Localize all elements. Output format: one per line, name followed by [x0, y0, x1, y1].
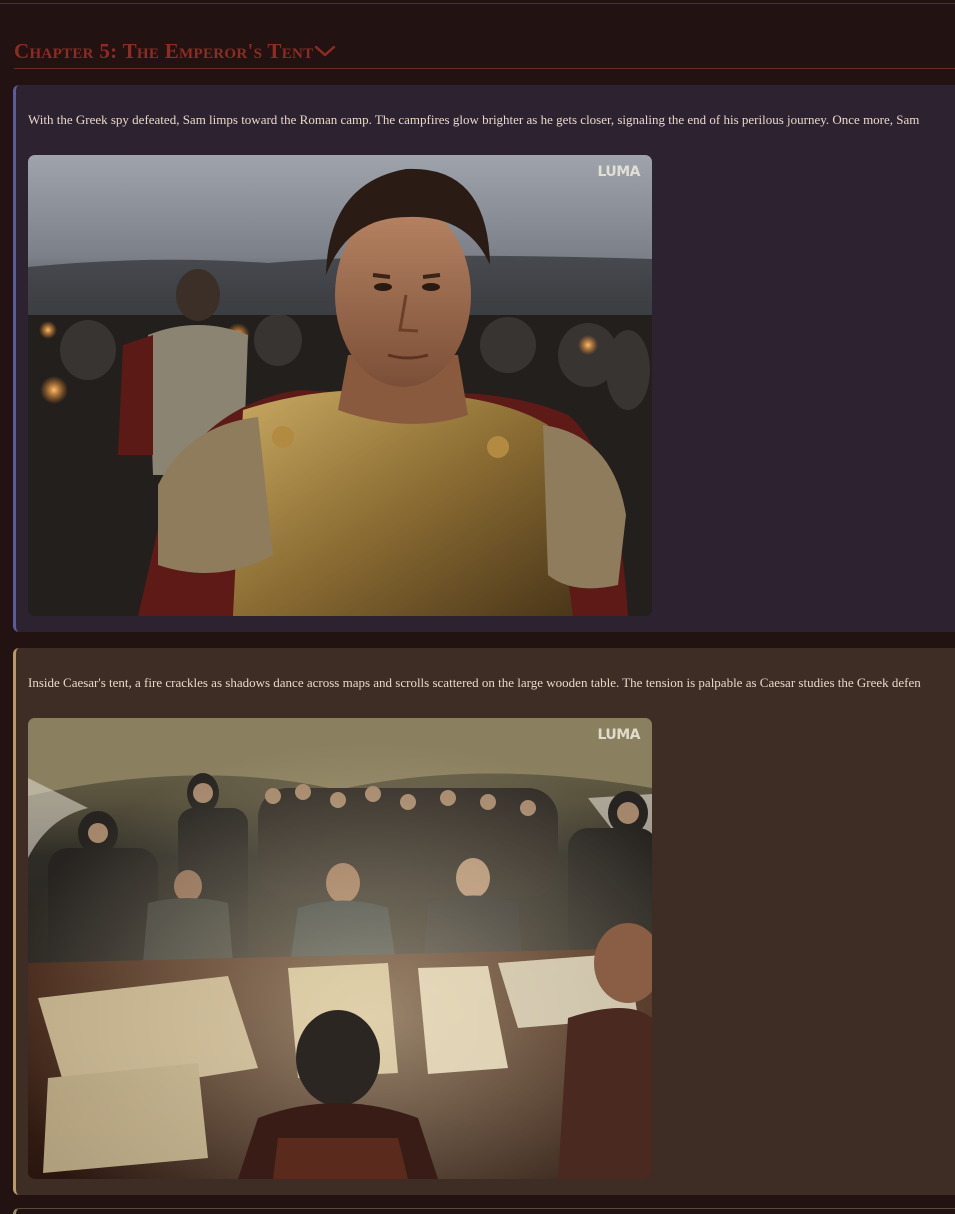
chapter-header[interactable]: Chapter 5: The Emperor's Tent: [14, 34, 955, 69]
scene-card: With the Greek spy defeated, Sam limps t…: [13, 85, 955, 632]
scene-card: Inside Caesar's tent, a fire crackles as…: [13, 648, 955, 1195]
watermark-text: LUMA: [597, 164, 640, 180]
scene-text: With the Greek spy defeated, Sam limps t…: [28, 112, 920, 127]
chapter-title: Chapter 5: The Emperor's Tent: [14, 38, 314, 63]
scene-image: LUMA: [28, 155, 652, 616]
luma-watermark: LUMA: [597, 727, 640, 743]
next-scene-card-edge: [13, 1208, 955, 1214]
scene-image: LUMA: [28, 718, 652, 1179]
top-divider: [0, 3, 955, 4]
luma-watermark: LUMA: [597, 164, 640, 180]
watermark-text: LUMA: [597, 727, 640, 743]
chevron-down-icon[interactable]: [314, 43, 336, 57]
scene-text: Inside Caesar's tent, a fire crackles as…: [28, 675, 921, 690]
